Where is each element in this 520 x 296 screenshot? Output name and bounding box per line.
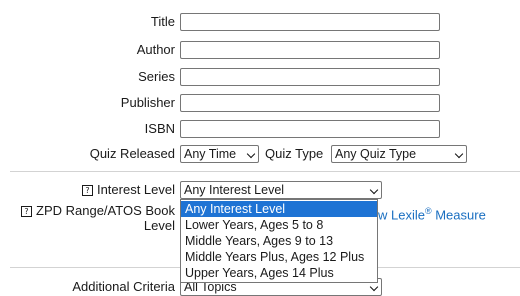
additional-criteria-label: Additional Criteria [72, 279, 175, 294]
interest-level-label: ? Interest Level [10, 181, 175, 199]
interest-level-text: Interest Level [96, 182, 175, 197]
chevron-down-icon [369, 282, 379, 292]
isbn-input[interactable] [180, 120, 440, 138]
zpd-label-line1: ZPD Range/ATOS Book [36, 203, 175, 218]
dropdown-option[interactable]: Middle Years Plus, Ages 12 Plus [181, 249, 377, 265]
lexile-measure-link[interactable]: w Lexile® Measure [378, 206, 486, 222]
lexile-link-prefix: w Lexile [378, 207, 425, 223]
quiz-released-label: Quiz Released [89, 146, 175, 161]
interest-level-dropdown-list: Any Interest Level Lower Years, Ages 5 t… [180, 199, 378, 283]
registered-mark: ® [424, 206, 432, 216]
help-icon[interactable]: ? [81, 185, 93, 196]
dropdown-option[interactable]: Middle Years, Ages 9 to 13 [181, 233, 377, 249]
author-input[interactable] [180, 41, 440, 59]
dropdown-option[interactable]: Upper Years, Ages 14 Plus [181, 265, 377, 281]
chevron-down-icon [369, 185, 379, 195]
quiz-type-select[interactable]: Any Quiz Type [331, 145, 467, 163]
series-label: Series [138, 69, 175, 84]
dropdown-option[interactable]: Lower Years, Ages 5 to 8 [181, 217, 377, 233]
author-label: Author [136, 42, 175, 57]
quiz-type-value: Any Quiz Type [335, 147, 417, 161]
help-icon[interactable]: ? [21, 206, 33, 217]
title-input[interactable] [180, 13, 440, 31]
lexile-link-suffix: Measure [431, 207, 486, 223]
publisher-input[interactable] [180, 94, 440, 112]
quiz-released-select[interactable]: Any Time [180, 145, 259, 163]
title-label: Title [150, 14, 175, 29]
dropdown-option[interactable]: Any Interest Level [181, 201, 377, 217]
zpd-range-label: ? ZPD Range/ATOS Book Level [10, 203, 175, 233]
quiz-released-value: Any Time [184, 147, 237, 161]
quiz-type-label: Quiz Type [265, 146, 324, 161]
zpd-label-line2: Level [143, 218, 175, 233]
series-input[interactable] [180, 68, 440, 86]
isbn-label: ISBN [144, 121, 175, 136]
chevron-down-icon [454, 149, 464, 159]
interest-level-value: Any Interest Level [184, 183, 285, 197]
section-divider [10, 171, 520, 172]
interest-level-select[interactable]: Any Interest Level [180, 181, 382, 199]
publisher-label: Publisher [120, 95, 175, 110]
chevron-down-icon [246, 149, 256, 159]
